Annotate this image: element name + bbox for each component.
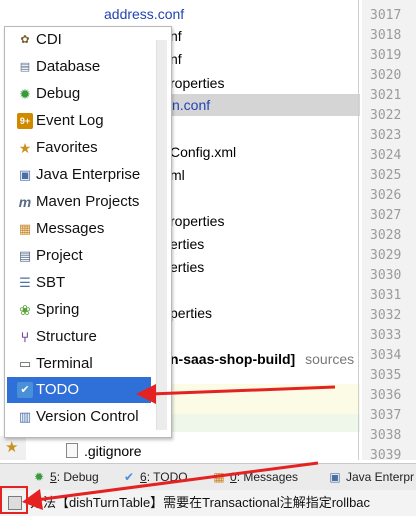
annotation-arrows [22, 384, 336, 510]
annotation-arrow-toggle [22, 461, 319, 510]
annotation-arrow-todo [136, 384, 336, 404]
